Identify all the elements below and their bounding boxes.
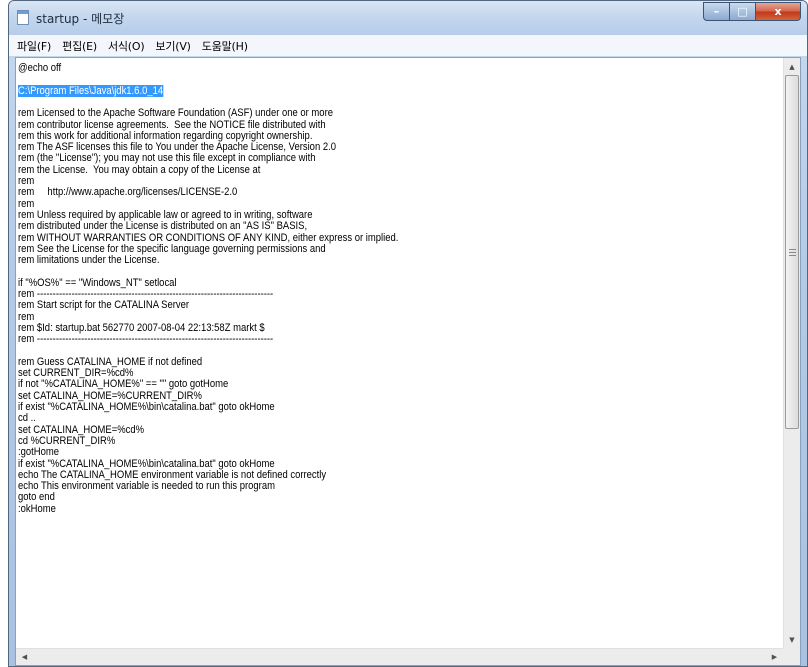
text-line[interactable]: rem distributed under the License is dis… [18,220,307,232]
text-line[interactable]: rem Start script for the CATALINA Server [18,299,189,311]
text-line[interactable]: rem this work for additional information… [18,130,312,142]
text-line[interactable]: rem Guess CATALINA_HOME if not defined [18,356,202,368]
menu-help[interactable]: 도움말(H) [202,38,248,54]
text-line[interactable]: echo This environment variable is needed… [18,480,275,492]
menu-view[interactable]: 보기(V) [155,38,191,54]
text-area[interactable]: @echo off C:\Program Files\Java\jdk1.6.0_… [16,58,783,648]
text-line[interactable]: cd .. [18,412,36,424]
text-line[interactable]: set CURRENT_DIR=%cd% [18,367,133,379]
editor-pane[interactable]: @echo off C:\Program Files\Java\jdk1.6.0_… [15,57,801,666]
close-icon: x [774,5,782,18]
window-title: startup - 메모장 [36,12,125,26]
text-line[interactable]: rem limitations under the License. [18,254,159,266]
caption-buttons: – □ x [703,2,801,21]
close-button[interactable]: x [756,2,801,21]
text-line[interactable]: if not "%CATALINA_HOME%" == "" goto gotH… [18,378,228,390]
text-line[interactable]: set CATALINA_HOME=%cd% [18,424,144,436]
selected-text-line[interactable]: C:\Program Files\Java\jdk1.6.0_14 [18,84,164,97]
maximize-icon: □ [737,5,748,18]
text-line[interactable]: goto end [18,491,55,503]
horizontal-scrollbar[interactable]: ◀ ▶ [16,648,783,665]
text-line[interactable]: rem ------------------------------------… [18,288,273,300]
text-line[interactable]: rem See the License for the specific lan… [18,243,326,255]
text-line[interactable]: rem [18,175,34,187]
menu-edit[interactable]: 편집(E) [62,38,97,54]
text-line[interactable]: rem [18,311,34,323]
menu-file[interactable]: 파일(F) [17,38,51,54]
scrollbar-corner [783,648,800,665]
minimize-button[interactable]: – [703,2,730,21]
minimize-icon: – [713,5,720,18]
text-line[interactable]: rem http://www.apache.org/licenses/LICEN… [18,186,237,198]
scroll-down-icon[interactable]: ▼ [784,631,800,648]
text-line[interactable]: rem Licensed to the Apache Software Foun… [18,107,333,119]
text-line[interactable]: rem $Id: startup.bat 562770 2007-08-04 2… [18,322,265,334]
grip-line [789,252,796,253]
scroll-right-icon[interactable]: ▶ [766,649,783,665]
text-line[interactable]: rem [18,198,34,210]
text-line[interactable]: rem the License. You may obtain a copy o… [18,164,260,176]
scroll-up-icon[interactable]: ▲ [784,58,800,75]
text-line[interactable]: @echo off [18,62,61,74]
grip-line [789,255,796,256]
text-line[interactable]: if "%OS%" == "Windows_NT" setlocal [18,277,177,289]
text-line[interactable]: rem ------------------------------------… [18,333,273,345]
scroll-left-icon[interactable]: ◀ [16,649,33,665]
title-bar[interactable]: startup - 메모장 – □ x [9,1,807,35]
text-line[interactable]: :okHome [18,503,56,515]
text-line[interactable]: if exist "%CATALINA_HOME%\bin\catalina.b… [18,458,275,470]
notepad-window: startup - 메모장 – □ x 파일(F) 편집(E) 서식(O) 보기… [8,0,808,667]
notepad-icon[interactable] [17,10,29,25]
text-line[interactable]: if exist "%CATALINA_HOME%\bin\catalina.b… [18,401,275,413]
text-line[interactable]: cd %CURRENT_DIR% [18,435,115,447]
grip-line [789,249,796,250]
text-line[interactable]: rem (the "License"); you may not use thi… [18,152,315,164]
vertical-scrollbar[interactable]: ▲ ▼ [783,58,800,648]
text-line[interactable]: rem Unless required by applicable law or… [18,209,312,221]
text-line[interactable]: rem contributor license agreements. See … [18,119,326,131]
text-line[interactable]: echo The CATALINA_HOME environment varia… [18,469,326,481]
menu-bar: 파일(F) 편집(E) 서식(O) 보기(V) 도움말(H) [9,35,807,56]
text-line[interactable]: rem The ASF licenses this file to You un… [18,141,336,153]
text-line[interactable]: set CATALINA_HOME=%CURRENT_DIR% [18,390,202,402]
menu-format[interactable]: 서식(O) [108,38,145,54]
text-line[interactable]: :gotHome [18,446,59,458]
text-line[interactable]: rem WITHOUT WARRANTIES OR CONDITIONS OF … [18,232,398,244]
maximize-button[interactable]: □ [730,2,756,21]
vertical-scroll-thumb[interactable] [785,75,799,429]
